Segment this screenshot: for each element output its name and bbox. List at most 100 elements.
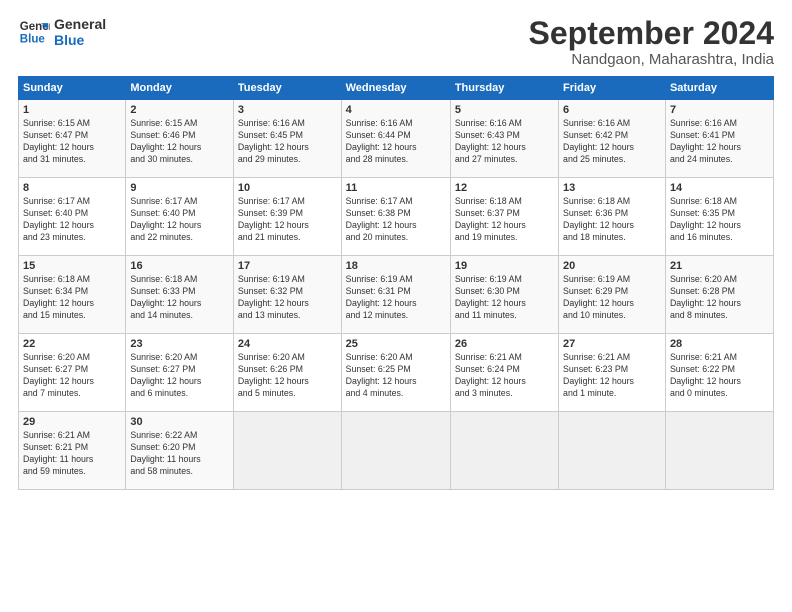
logo-icon: General Blue: [18, 16, 50, 48]
day-number: 22: [23, 338, 121, 350]
calendar-header-row: SundayMondayTuesdayWednesdayThursdayFrid…: [19, 77, 774, 100]
calendar-cell: 27 Sunrise: 6:21 AM Sunset: 6:23 PM Dayli…: [559, 334, 666, 412]
day-info: Sunrise: 6:19 AM Sunset: 6:32 PM Dayligh…: [238, 274, 337, 322]
calendar-cell: 6 Sunrise: 6:16 AM Sunset: 6:42 PM Daylig…: [559, 100, 666, 178]
calendar-cell: 9 Sunrise: 6:17 AM Sunset: 6:40 PM Daylig…: [126, 178, 234, 256]
day-number: 12: [455, 182, 554, 194]
calendar-header-monday: Monday: [126, 77, 234, 100]
header: General Blue General Blue September 2024…: [18, 16, 774, 68]
day-number: 18: [346, 260, 446, 272]
logo-blue: Blue: [54, 32, 106, 48]
calendar-week-0: 1 Sunrise: 6:15 AM Sunset: 6:47 PM Daylig…: [19, 100, 774, 178]
day-info: Sunrise: 6:20 AM Sunset: 6:26 PM Dayligh…: [238, 352, 337, 400]
day-number: 4: [346, 104, 446, 116]
calendar-cell: 13 Sunrise: 6:18 AM Sunset: 6:36 PM Dayli…: [559, 178, 666, 256]
day-number: 25: [346, 338, 446, 350]
calendar-header-sunday: Sunday: [19, 77, 126, 100]
logo-general: General: [54, 16, 106, 32]
day-number: 28: [670, 338, 769, 350]
day-number: 13: [563, 182, 661, 194]
calendar-cell: 8 Sunrise: 6:17 AM Sunset: 6:40 PM Daylig…: [19, 178, 126, 256]
day-number: 2: [130, 104, 229, 116]
page: General Blue General Blue September 2024…: [0, 0, 792, 612]
day-info: Sunrise: 6:15 AM Sunset: 6:47 PM Dayligh…: [23, 118, 121, 166]
calendar-cell: 7Sunrise: 6:16 AM Sunset: 6:41 PM Daylig…: [665, 100, 773, 178]
day-number: 8: [23, 182, 121, 194]
day-number: 30: [130, 416, 229, 428]
day-number: 6: [563, 104, 661, 116]
day-number: 15: [23, 260, 121, 272]
calendar-cell: 16 Sunrise: 6:18 AM Sunset: 6:33 PM Dayli…: [126, 256, 234, 334]
calendar-week-1: 8 Sunrise: 6:17 AM Sunset: 6:40 PM Daylig…: [19, 178, 774, 256]
svg-text:Blue: Blue: [20, 34, 46, 46]
day-info: Sunrise: 6:20 AM Sunset: 6:28 PM Dayligh…: [670, 274, 769, 322]
day-number: 11: [346, 182, 446, 194]
calendar-cell: [665, 412, 773, 490]
day-info: Sunrise: 6:19 AM Sunset: 6:31 PM Dayligh…: [346, 274, 446, 322]
calendar-cell: 23Sunrise: 6:20 AM Sunset: 6:27 PM Dayli…: [126, 334, 234, 412]
calendar-cell: [233, 412, 341, 490]
calendar-header-wednesday: Wednesday: [341, 77, 450, 100]
calendar-cell: [450, 412, 558, 490]
day-number: 24: [238, 338, 337, 350]
day-info: Sunrise: 6:22 AM Sunset: 6:20 PM Dayligh…: [130, 430, 229, 478]
day-number: 3: [238, 104, 337, 116]
calendar-cell: [559, 412, 666, 490]
day-info: Sunrise: 6:15 AM Sunset: 6:46 PM Dayligh…: [130, 118, 229, 166]
day-info: Sunrise: 6:21 AM Sunset: 6:24 PM Dayligh…: [455, 352, 554, 400]
day-info: Sunrise: 6:21 AM Sunset: 6:21 PM Dayligh…: [23, 430, 121, 478]
day-info: Sunrise: 6:21 AM Sunset: 6:23 PM Dayligh…: [563, 352, 661, 400]
calendar-cell: 11 Sunrise: 6:17 AM Sunset: 6:38 PM Dayli…: [341, 178, 450, 256]
calendar-header-thursday: Thursday: [450, 77, 558, 100]
calendar-cell: 25 Sunrise: 6:20 AM Sunset: 6:25 PM Dayli…: [341, 334, 450, 412]
day-number: 16: [130, 260, 229, 272]
calendar-cell: 1 Sunrise: 6:15 AM Sunset: 6:47 PM Daylig…: [19, 100, 126, 178]
day-info: Sunrise: 6:16 AM Sunset: 6:44 PM Dayligh…: [346, 118, 446, 166]
day-info: Sunrise: 6:17 AM Sunset: 6:40 PM Dayligh…: [23, 196, 121, 244]
day-info: Sunrise: 6:18 AM Sunset: 6:33 PM Dayligh…: [130, 274, 229, 322]
calendar-cell: 26Sunrise: 6:21 AM Sunset: 6:24 PM Dayli…: [450, 334, 558, 412]
calendar-cell: 19Sunrise: 6:19 AM Sunset: 6:30 PM Dayli…: [450, 256, 558, 334]
day-info: Sunrise: 6:17 AM Sunset: 6:38 PM Dayligh…: [346, 196, 446, 244]
calendar-header-friday: Friday: [559, 77, 666, 100]
calendar-cell: 12 Sunrise: 6:18 AM Sunset: 6:37 PM Dayli…: [450, 178, 558, 256]
calendar-cell: 14Sunrise: 6:18 AM Sunset: 6:35 PM Dayli…: [665, 178, 773, 256]
day-number: 27: [563, 338, 661, 350]
day-number: 5: [455, 104, 554, 116]
day-number: 9: [130, 182, 229, 194]
day-info: Sunrise: 6:20 AM Sunset: 6:27 PM Dayligh…: [23, 352, 121, 400]
day-number: 1: [23, 104, 121, 116]
day-info: Sunrise: 6:21 AM Sunset: 6:22 PM Dayligh…: [670, 352, 769, 400]
day-info: Sunrise: 6:16 AM Sunset: 6:42 PM Dayligh…: [563, 118, 661, 166]
logo: General Blue General Blue: [18, 16, 106, 48]
calendar-cell: 24 Sunrise: 6:20 AM Sunset: 6:26 PM Dayli…: [233, 334, 341, 412]
calendar-cell: 29 Sunrise: 6:21 AM Sunset: 6:21 PM Dayli…: [19, 412, 126, 490]
calendar-cell: 28 Sunrise: 6:21 AM Sunset: 6:22 PM Dayli…: [665, 334, 773, 412]
calendar-cell: 15 Sunrise: 6:18 AM Sunset: 6:34 PM Dayli…: [19, 256, 126, 334]
calendar-cell: 22 Sunrise: 6:20 AM Sunset: 6:27 PM Dayli…: [19, 334, 126, 412]
day-number: 21: [670, 260, 769, 272]
day-info: Sunrise: 6:17 AM Sunset: 6:39 PM Dayligh…: [238, 196, 337, 244]
calendar-cell: 5Sunrise: 6:16 AM Sunset: 6:43 PM Daylig…: [450, 100, 558, 178]
day-info: Sunrise: 6:18 AM Sunset: 6:35 PM Dayligh…: [670, 196, 769, 244]
day-number: 29: [23, 416, 121, 428]
calendar-cell: 20Sunrise: 6:19 AM Sunset: 6:29 PM Dayli…: [559, 256, 666, 334]
calendar-header-saturday: Saturday: [665, 77, 773, 100]
day-number: 10: [238, 182, 337, 194]
day-info: Sunrise: 6:18 AM Sunset: 6:37 PM Dayligh…: [455, 196, 554, 244]
calendar-cell: [341, 412, 450, 490]
day-info: Sunrise: 6:19 AM Sunset: 6:30 PM Dayligh…: [455, 274, 554, 322]
day-info: Sunrise: 6:18 AM Sunset: 6:34 PM Dayligh…: [23, 274, 121, 322]
day-number: 17: [238, 260, 337, 272]
calendar-cell: 10 Sunrise: 6:17 AM Sunset: 6:39 PM Dayli…: [233, 178, 341, 256]
day-info: Sunrise: 6:16 AM Sunset: 6:41 PM Dayligh…: [670, 118, 769, 166]
title-block: September 2024 Nandgaon, Maharashtra, In…: [529, 16, 774, 68]
day-info: Sunrise: 6:18 AM Sunset: 6:36 PM Dayligh…: [563, 196, 661, 244]
calendar-table: SundayMondayTuesdayWednesdayThursdayFrid…: [18, 76, 774, 490]
day-info: Sunrise: 6:19 AM Sunset: 6:29 PM Dayligh…: [563, 274, 661, 322]
day-info: Sunrise: 6:17 AM Sunset: 6:40 PM Dayligh…: [130, 196, 229, 244]
day-number: 23: [130, 338, 229, 350]
calendar-cell: 21 Sunrise: 6:20 AM Sunset: 6:28 PM Dayli…: [665, 256, 773, 334]
day-info: Sunrise: 6:20 AM Sunset: 6:25 PM Dayligh…: [346, 352, 446, 400]
calendar-header-tuesday: Tuesday: [233, 77, 341, 100]
